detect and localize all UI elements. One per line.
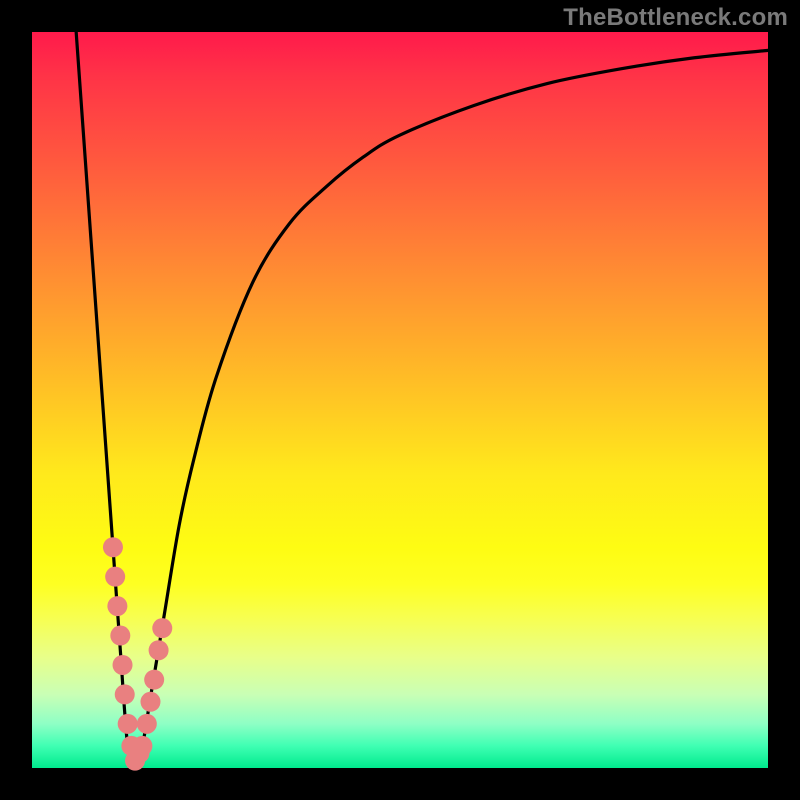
marker-point [152, 618, 172, 638]
marker-point [107, 596, 127, 616]
marker-point [113, 655, 133, 675]
marker-point [137, 714, 157, 734]
marker-point [144, 670, 164, 690]
marker-point [132, 736, 152, 756]
marker-point [118, 714, 138, 734]
marker-point [110, 626, 130, 646]
curve-markers [103, 537, 172, 770]
marker-point [149, 640, 169, 660]
chart-frame: TheBottleneck.com [0, 0, 800, 800]
bottleneck-curve [76, 32, 768, 768]
marker-point [140, 692, 160, 712]
marker-point [115, 684, 135, 704]
watermark-text: TheBottleneck.com [563, 4, 788, 32]
plot-overlay [32, 32, 768, 768]
marker-point [103, 537, 123, 557]
marker-point [105, 567, 125, 587]
